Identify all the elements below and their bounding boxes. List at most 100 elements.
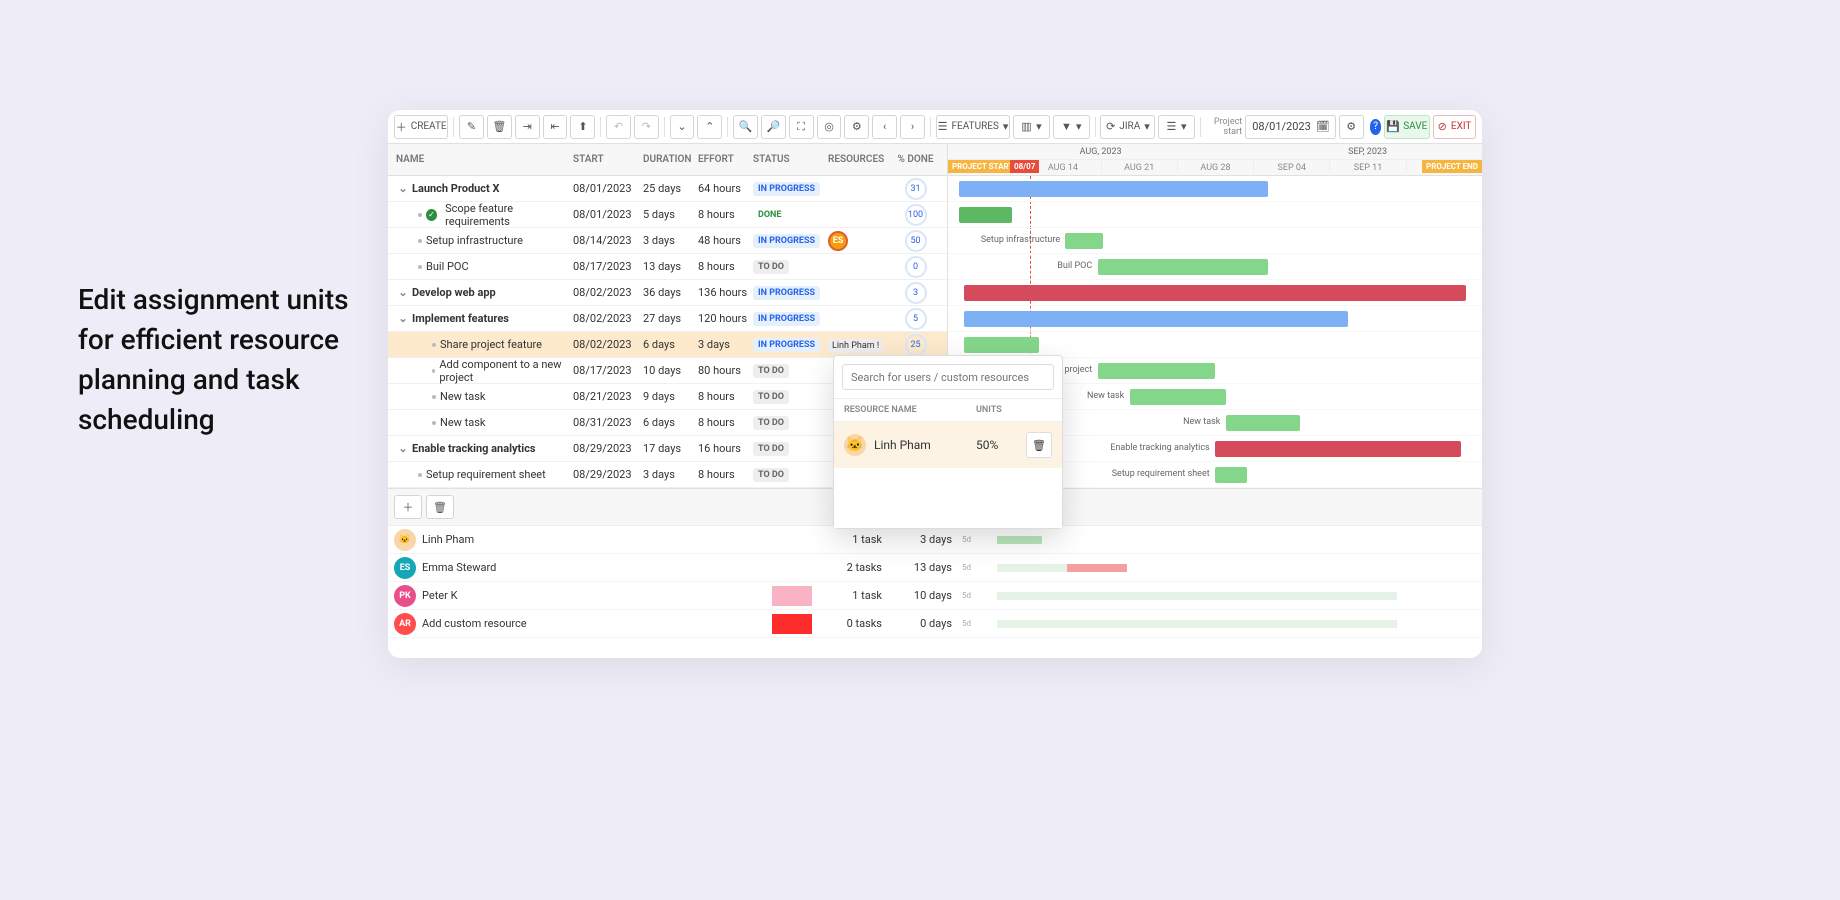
gantt-bar[interactable] [964, 311, 1348, 327]
columns-button[interactable]: ▥▾ [1013, 115, 1050, 139]
status-badge[interactable]: TO DO [753, 364, 789, 378]
zoom-out-button[interactable]: 🔎 [761, 115, 786, 139]
prev-button[interactable]: ‹ [872, 115, 897, 139]
col-start[interactable]: START [573, 154, 643, 165]
duration[interactable]: 3 days [643, 234, 698, 247]
duration[interactable]: 6 days [643, 416, 698, 429]
more-button[interactable]: ☰▾ [1158, 115, 1195, 139]
resource-row[interactable]: PK Peter K 1 task 10 days 5d [388, 582, 1482, 610]
status-badge[interactable]: TO DO [753, 442, 789, 456]
task-row[interactable]: ⌄ Develop web app 08/02/2023 36 days 136… [388, 280, 947, 306]
redo-button[interactable]: ↷ [634, 115, 659, 139]
status-badge[interactable]: TO DO [753, 260, 789, 274]
effort[interactable]: 8 hours [698, 416, 753, 429]
gantt-row[interactable]: Buil POC [948, 254, 1482, 280]
color-swatch[interactable] [772, 530, 812, 550]
settings-button[interactable]: ⚙ [1339, 115, 1364, 139]
create-button[interactable]: ＋CREATE [394, 115, 448, 139]
start-date[interactable]: 08/01/2023 [573, 182, 643, 195]
duration[interactable]: 27 days [643, 312, 698, 325]
status-badge[interactable]: TO DO [753, 416, 789, 430]
color-swatch[interactable] [772, 586, 812, 606]
start-date[interactable]: 08/14/2023 [573, 234, 643, 247]
next-button[interactable]: › [900, 115, 925, 139]
gantt-row[interactable] [948, 176, 1482, 202]
start-date[interactable]: 08/02/2023 [573, 338, 643, 351]
status-badge[interactable]: TO DO [753, 390, 789, 404]
col-done[interactable]: % DONE [888, 154, 943, 165]
duration[interactable]: 6 days [643, 338, 698, 351]
filter-button[interactable]: ▼▾ [1053, 115, 1090, 139]
expand-button[interactable]: ⌃ [697, 115, 722, 139]
progress-donut[interactable]: 0 [905, 256, 927, 278]
edit-button[interactable]: ✎ [459, 115, 484, 139]
task-row[interactable]: ⌄ Implement features 08/02/2023 27 days … [388, 306, 947, 332]
col-duration[interactable]: DURATION [643, 154, 698, 165]
status-badge[interactable]: IN PROGRESS [753, 286, 820, 300]
gantt-bar[interactable] [959, 207, 1012, 223]
effort[interactable]: 16 hours [698, 442, 753, 455]
resource-row[interactable]: ES Emma Steward 2 tasks 13 days 5d [388, 554, 1482, 582]
delete-resource-button[interactable]: 🗑 [426, 495, 454, 519]
gantt-bar[interactable] [1215, 441, 1461, 457]
resource-avatar[interactable]: ES [828, 231, 848, 251]
duration[interactable]: 36 days [643, 286, 698, 299]
start-date[interactable]: 08/21/2023 [573, 390, 643, 403]
progress-donut[interactable]: 25 [905, 334, 927, 356]
resource-units[interactable]: 50% [976, 438, 1026, 452]
resource-search-input[interactable] [842, 364, 1054, 390]
export-button[interactable]: ⬆ [570, 115, 595, 139]
task-row[interactable]: ✓ Scope feature requirements 08/01/2023 … [388, 202, 947, 228]
task-row[interactable]: Buil POC 08/17/2023 13 days 8 hours TO D… [388, 254, 947, 280]
gantt-row[interactable] [948, 280, 1482, 306]
expand-icon[interactable]: ⌄ [398, 182, 408, 195]
task-row[interactable]: ⌄ Launch Product X 08/01/2023 25 days 64… [388, 176, 947, 202]
resource-row[interactable]: AR Add custom resource 0 tasks 0 days 5d [388, 610, 1482, 638]
effort[interactable]: 48 hours [698, 234, 753, 247]
col-status[interactable]: STATUS [753, 154, 828, 165]
progress-donut[interactable]: 100 [905, 204, 927, 226]
expand-icon[interactable]: ⌄ [398, 286, 408, 299]
progress-donut[interactable]: 3 [905, 282, 927, 304]
save-button[interactable]: 💾SAVE [1384, 115, 1430, 139]
gantt-row[interactable] [948, 306, 1482, 332]
progress-donut[interactable]: 31 [905, 178, 927, 200]
progress-donut[interactable]: 5 [905, 308, 927, 330]
features-button[interactable]: ☰FEATURES▾ [936, 115, 1011, 139]
effort[interactable]: 3 days [698, 338, 753, 351]
target-button[interactable]: ◎ [817, 115, 842, 139]
status-badge[interactable]: DONE [753, 208, 786, 222]
gantt-bar[interactable] [1098, 259, 1269, 275]
task-row[interactable]: Setup infrastructure 08/14/2023 3 days 4… [388, 228, 947, 254]
exit-button[interactable]: ⊘EXIT [1433, 115, 1476, 139]
progress-donut[interactable]: 50 [905, 230, 927, 252]
collapse-button[interactable]: ⌄ [670, 115, 695, 139]
col-resources[interactable]: RESOURCES [828, 154, 888, 165]
indent-button[interactable]: ⇥ [515, 115, 540, 139]
outdent-button[interactable]: ⇤ [543, 115, 568, 139]
start-date[interactable]: 08/02/2023 [573, 286, 643, 299]
delete-button[interactable]: 🗑 [487, 115, 512, 139]
start-date[interactable]: 08/17/2023 [573, 364, 643, 377]
effort[interactable]: 136 hours [698, 286, 753, 299]
status-badge[interactable]: IN PROGRESS [753, 338, 820, 352]
status-badge[interactable]: IN PROGRESS [753, 182, 820, 196]
gantt-bar[interactable] [964, 337, 1039, 353]
duration[interactable]: 17 days [643, 442, 698, 455]
remove-resource-button[interactable]: 🗑 [1026, 432, 1052, 458]
gantt-row[interactable] [948, 202, 1482, 228]
gantt-bar[interactable] [959, 181, 1269, 197]
gantt-row[interactable]: Setup infrastructure [948, 228, 1482, 254]
status-badge[interactable]: IN PROGRESS [753, 234, 820, 248]
settings-zoom-button[interactable]: ⚙ [844, 115, 869, 139]
gantt-bar[interactable] [1065, 233, 1102, 249]
gantt-bar[interactable] [1130, 389, 1226, 405]
duration[interactable]: 10 days [643, 364, 698, 377]
gantt-bar[interactable] [1098, 363, 1215, 379]
start-date[interactable]: 08/17/2023 [573, 260, 643, 273]
expand-icon[interactable]: ⌄ [398, 442, 408, 455]
resource-pill[interactable]: Linh Pham ! [828, 339, 883, 353]
status-badge[interactable]: TO DO [753, 468, 789, 482]
effort[interactable]: 120 hours [698, 312, 753, 325]
start-date[interactable]: 08/31/2023 [573, 416, 643, 429]
